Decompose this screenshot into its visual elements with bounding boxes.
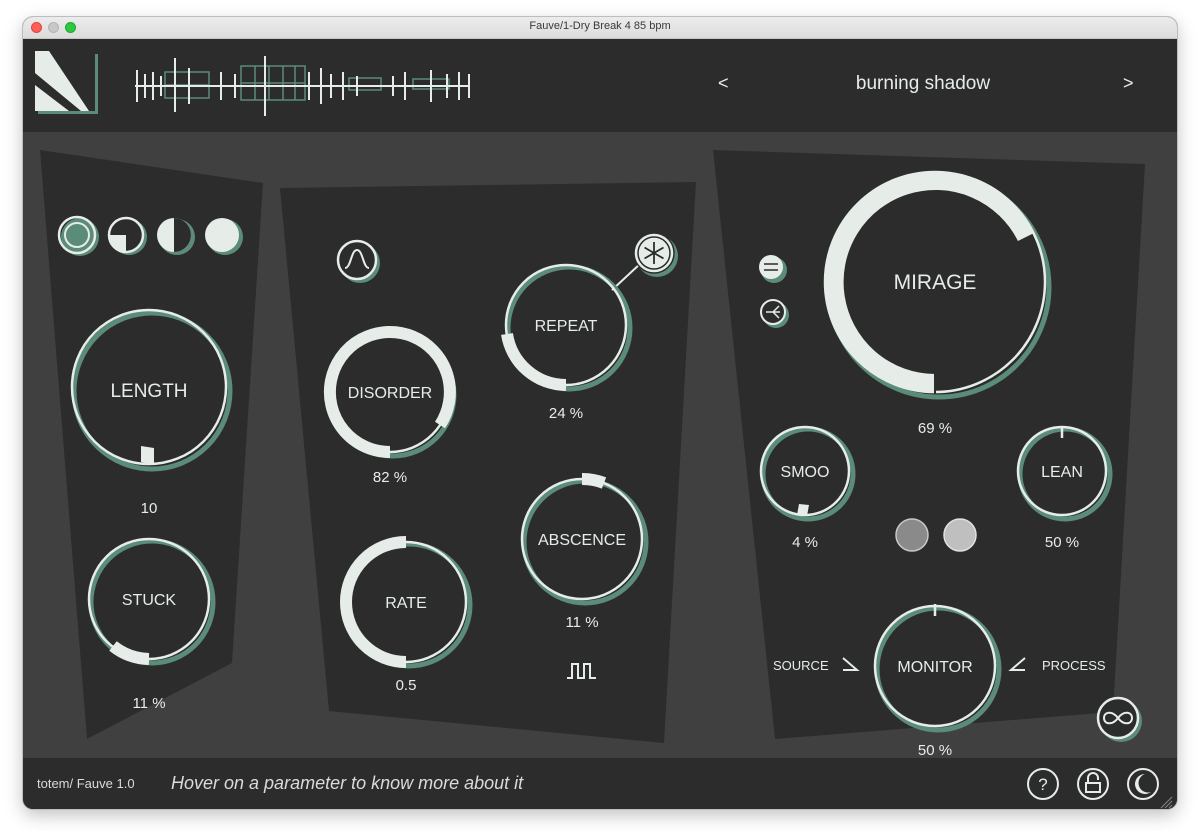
disorder-label: DISORDER [348,385,432,402]
footer-icons: ? [1027,768,1173,809]
absence-value: 11 % [565,614,598,631]
disorder-value: 82 % [373,469,407,486]
footer-bar: totem/ Fauve 1.0 Hover on a parameter to… [23,758,1177,809]
repeat-value: 24 % [549,405,583,422]
absence-label: ABSCENCE [538,532,626,549]
rate-label: RATE [385,595,426,612]
header-bar: < burning shadow > [23,39,1177,132]
waveform-icon[interactable] [131,52,481,122]
monitor-label: MONITOR [897,659,972,676]
resize-grip-icon[interactable] [1160,796,1173,809]
moon-icon[interactable] [1127,768,1159,800]
logo-icon [35,51,98,114]
mode-left-dot-button[interactable] [895,518,929,552]
monitor-value: 50 % [918,742,952,758]
controls-canvas: LENGTH 10 STUCK 11 % DISORDER 82 % RATE … [40,150,1145,758]
source-label: SOURCE [773,658,829,673]
preset-name[interactable]: burning shadow [803,73,1043,95]
svg-text:?: ? [1038,775,1047,794]
lock-icon[interactable] [1077,768,1109,800]
title-bar: Fauve/1-Dry Break 4 85 bpm [23,17,1177,39]
window-title: Fauve/1-Dry Break 4 85 bpm [529,20,671,32]
rate-value: 0.5 [396,677,417,694]
length-value: 10 [141,500,158,517]
process-label: PROCESS [1042,658,1106,673]
stuck-value: 11 % [132,695,165,712]
main-area: LENGTH 10 STUCK 11 % DISORDER 82 % RATE … [23,132,1177,758]
lean-label: LEAN [1041,464,1083,481]
lean-value: 50 % [1045,534,1079,551]
prev-preset-button[interactable]: < [718,73,729,94]
version-label: totem/ Fauve 1.0 [37,776,135,791]
mirage-value: 69 % [918,420,952,437]
mirage-label: MIRAGE [894,271,977,294]
next-preset-button[interactable]: > [1123,73,1134,94]
infinity-icon[interactable] [1096,696,1142,742]
right-panel [713,150,1145,739]
help-icon[interactable]: ? [1027,768,1059,800]
repeat-label: REPEAT [535,318,598,335]
plugin-window: Fauve/1-Dry Break 4 85 bpm < burning sha… [23,17,1177,809]
length-label: LENGTH [110,381,187,402]
smoo-value: 4 % [792,534,818,551]
smoo-label: SMOO [781,464,830,481]
hint-text: Hover on a parameter to know more about … [171,773,524,793]
stuck-label: STUCK [122,592,177,609]
mode-right-dot-button[interactable] [943,518,977,552]
